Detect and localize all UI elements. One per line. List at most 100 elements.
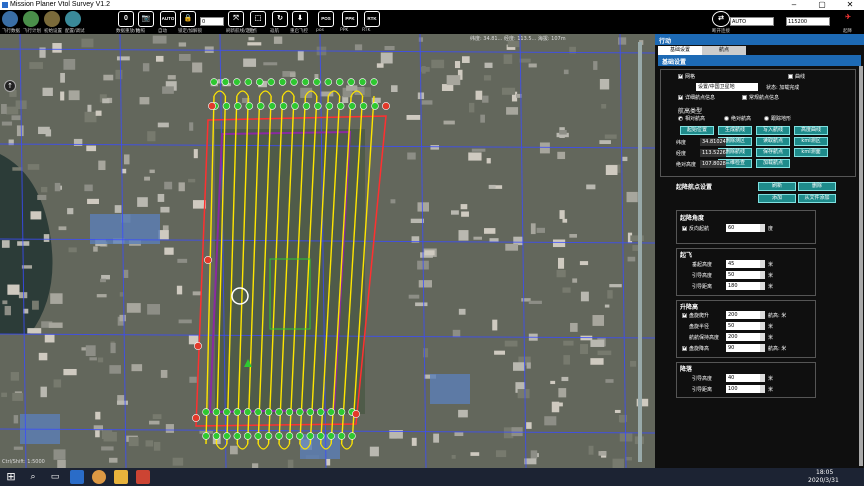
map-view[interactable]: 纬度: 34.81... 经度: 113.5... 海拔: 107m Ctrl/…	[0, 34, 655, 468]
tool-6-icon[interactable]: ↻	[272, 11, 288, 27]
baud-rate-select[interactable]: 115200	[786, 17, 830, 26]
vtol-plane-icon[interactable]: ✈	[840, 11, 856, 27]
takeoff-spinner[interactable]	[760, 260, 765, 268]
waypoint-marker[interactable]	[233, 432, 241, 440]
waypoint-marker[interactable]	[285, 432, 294, 440]
action-button[interactable]: 保存航点	[756, 148, 790, 157]
waypoint-marker[interactable]	[324, 78, 332, 86]
reverse-spinner[interactable]	[760, 224, 765, 232]
waypoint-marker[interactable]	[359, 102, 368, 110]
climb-input[interactable]: 200	[726, 311, 760, 319]
boundary-vertex-marker[interactable]	[204, 256, 212, 264]
tool-8-icon[interactable]: POS	[318, 11, 334, 27]
waypoint-marker[interactable]	[268, 102, 276, 110]
action-button[interactable]: 写入航线	[756, 126, 790, 135]
waypoint-marker[interactable]	[296, 408, 304, 416]
nav-flight-plan-icon[interactable]	[23, 11, 39, 27]
chrome-icon[interactable]	[92, 470, 106, 484]
waypoint-marker[interactable]	[233, 408, 241, 416]
nav-config-tuning-icon[interactable]	[65, 11, 81, 27]
refresh-button[interactable]: 刷新	[758, 182, 796, 191]
nav-initial-setup-icon[interactable]	[44, 11, 60, 27]
waypoint-marker[interactable]	[337, 408, 346, 416]
climb-checkbox[interactable]	[682, 312, 687, 318]
tab-waypoints[interactable]: 航点	[702, 46, 746, 55]
mission-planner-taskbar-icon[interactable]	[70, 470, 84, 484]
takeoff-input[interactable]: 180	[726, 282, 760, 290]
waypoint-marker[interactable]	[325, 102, 333, 110]
waypoint-marker[interactable]	[264, 432, 273, 440]
landing-input[interactable]: 100	[726, 385, 760, 393]
tool-10-icon[interactable]: RTK	[364, 11, 380, 27]
alt-type-radio[interactable]	[724, 116, 729, 121]
boundary-vertex-marker[interactable]	[352, 410, 360, 418]
waypoint-marker[interactable]	[302, 102, 311, 110]
reverse-input[interactable]: 60	[726, 224, 760, 232]
climb-input[interactable]: 200	[726, 333, 760, 341]
action-button[interactable]: 起始位置	[680, 126, 714, 135]
takeoff-spinner[interactable]	[760, 271, 765, 279]
waypoint-marker[interactable]	[317, 408, 325, 416]
tab-basic-settings[interactable]: 基础设置	[658, 46, 702, 55]
waypoint-marker[interactable]	[296, 432, 304, 440]
tool-5-icon[interactable]: ⬚	[250, 11, 266, 27]
waypoint-marker[interactable]	[358, 78, 367, 86]
waypoint-marker[interactable]	[264, 408, 273, 416]
powerpoint-icon[interactable]	[136, 470, 150, 484]
climb-input[interactable]: 90	[726, 344, 760, 352]
waypoint-marker[interactable]	[244, 408, 252, 416]
waypoint-marker[interactable]	[327, 408, 335, 416]
boundary-vertex-marker[interactable]	[192, 414, 200, 422]
close-button[interactable]: ✕	[836, 0, 864, 10]
waypoint-marker[interactable]	[314, 102, 322, 110]
search-icon[interactable]: ⌕	[26, 470, 40, 484]
map-compass-icon[interactable]: ↑	[4, 80, 16, 92]
waypoint-marker[interactable]	[202, 432, 210, 440]
tool-3-icon[interactable]: 🔒	[180, 11, 196, 27]
alt-type-radio[interactable]	[678, 116, 683, 121]
waypoint-marker[interactable]	[370, 78, 378, 86]
tool-0-icon[interactable]: 0	[118, 11, 134, 27]
waypoint-marker[interactable]	[348, 102, 356, 110]
task-view-icon[interactable]: ▭	[48, 470, 62, 484]
waypoint-marker[interactable]	[202, 408, 210, 416]
climb-checkbox[interactable]	[682, 345, 687, 351]
reverse-checkbox[interactable]	[682, 225, 687, 231]
waypoint-marker[interactable]	[291, 102, 299, 110]
waypoint-marker[interactable]	[285, 408, 294, 416]
common-checkbox[interactable]	[742, 95, 747, 100]
waypoint-marker[interactable]	[301, 78, 310, 86]
action-button[interactable]: 加载航点	[756, 159, 790, 168]
waypoint-marker[interactable]	[233, 78, 241, 86]
tool-2-icon[interactable]: AUTO	[160, 11, 176, 27]
tool-7-icon[interactable]: ⬇	[292, 11, 308, 27]
tool-9-icon[interactable]: PPK	[342, 11, 358, 27]
waypoint-marker[interactable]	[234, 102, 242, 110]
waypoint-marker[interactable]	[337, 432, 346, 440]
action-button[interactable]: 生成航线	[718, 126, 752, 135]
grid-checkbox[interactable]	[678, 73, 683, 79]
waypoint-marker[interactable]	[336, 78, 344, 86]
waypoint-marker[interactable]	[279, 102, 288, 110]
waypoint-marker[interactable]	[275, 432, 283, 440]
takeoff-spinner[interactable]	[760, 282, 765, 290]
landing-spinner[interactable]	[760, 385, 765, 393]
climb-spinner[interactable]	[760, 333, 765, 341]
action-button[interactable]: kml测区	[794, 137, 828, 146]
landing-spinner[interactable]	[760, 374, 765, 382]
waypoint-marker[interactable]	[306, 432, 314, 440]
waypoint-marker[interactable]	[222, 102, 231, 110]
alt-type-radio[interactable]	[764, 116, 769, 121]
delete-button[interactable]: 删除	[798, 182, 836, 191]
waypoint-marker[interactable]	[210, 78, 218, 86]
detail-checkbox[interactable]	[678, 94, 683, 100]
waypoint-marker[interactable]	[254, 432, 262, 440]
minimize-button[interactable]: –	[780, 0, 808, 10]
landing-input[interactable]: 40	[726, 374, 760, 382]
climb-spinner[interactable]	[760, 322, 765, 330]
boundary-vertex-marker[interactable]	[194, 342, 202, 350]
nav-flight-data-icon[interactable]	[2, 11, 18, 27]
climb-spinner[interactable]	[760, 344, 765, 352]
altitude-field[interactable]: 0	[200, 17, 224, 26]
waypoint-marker[interactable]	[313, 78, 321, 86]
